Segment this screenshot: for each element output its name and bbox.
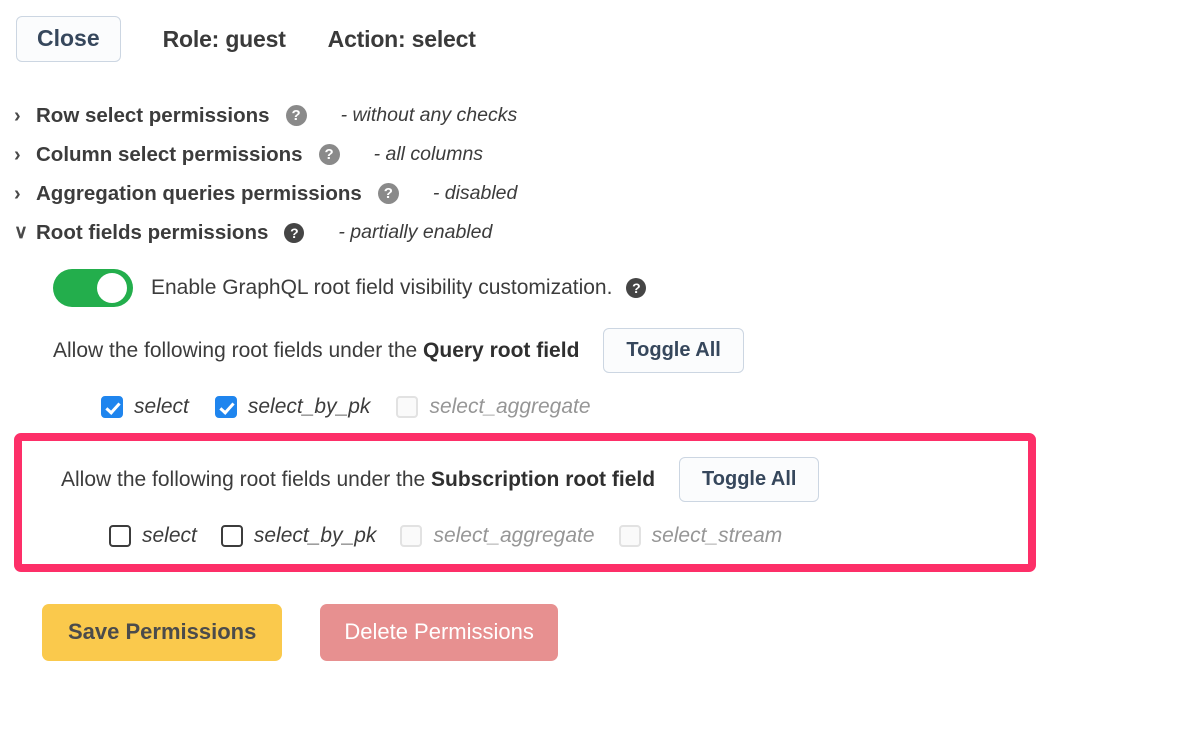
subscription-checkbox-item-select-by-pk[interactable]: select_by_pk xyxy=(220,524,377,548)
permission-title: Row select permissions xyxy=(36,103,270,127)
save-permissions-button[interactable]: Save Permissions xyxy=(42,604,283,661)
root-field-visibility-label: Enable GraphQL root field visibility cus… xyxy=(151,276,613,299)
permission-status: - all columns xyxy=(373,143,484,165)
checkbox-select[interactable] xyxy=(101,396,123,418)
subscription-checkbox-item-select-aggregate: select_aggregate xyxy=(400,524,595,548)
chevron-down-icon[interactable]: ∨ xyxy=(14,223,36,242)
checkbox-select-by-pk[interactable] xyxy=(220,525,243,547)
footer-actions: Save Permissions Delete Permissions xyxy=(0,604,1200,661)
header-meta: Role: guest Action: select xyxy=(163,26,476,53)
subscription-root-field-allow-row: Allow the following root fields under th… xyxy=(36,457,1028,502)
checkbox-select[interactable] xyxy=(109,525,131,547)
subscription-toggle-all-button[interactable]: Toggle All xyxy=(679,457,820,502)
permission-title: Aggregation queries permissions xyxy=(36,181,362,205)
close-button[interactable]: Close xyxy=(16,16,121,62)
switch-knob xyxy=(97,273,127,303)
permission-title: Column select permissions xyxy=(36,142,303,166)
checkbox-select-aggregate xyxy=(396,396,419,418)
query-checkbox-item-select-by-pk[interactable]: select_by_pk xyxy=(214,395,371,419)
chevron-right-icon[interactable]: › xyxy=(14,184,36,204)
query-allow-bold: Query root field xyxy=(423,338,580,362)
header-bar: Close Role: guest Action: select xyxy=(0,0,1200,62)
checkbox-label: select_stream xyxy=(651,524,783,547)
chevron-right-icon[interactable]: › xyxy=(14,145,36,165)
subscription-allow-bold: Subscription root field xyxy=(431,467,656,491)
help-icon[interactable]: ? xyxy=(285,105,307,126)
checkbox-select-aggregate xyxy=(400,525,423,547)
permission-row-root-fields[interactable]: ∨ Root fields permissions ? - partially … xyxy=(14,213,1200,252)
delete-permissions-button[interactable]: Delete Permissions xyxy=(320,604,558,661)
subscription-root-field-highlight-box: Allow the following root fields under th… xyxy=(14,433,1036,572)
subscription-checkbox-item-select-stream: select_stream xyxy=(618,524,783,548)
query-allow-text: Allow the following root fields under th… xyxy=(53,339,579,363)
query-checkbox-item-select-aggregate: select_aggregate xyxy=(396,395,591,419)
action-label: Action: select xyxy=(327,25,476,52)
root-field-visibility-switch[interactable] xyxy=(53,269,133,307)
chevron-right-icon[interactable]: › xyxy=(14,106,36,126)
root-field-visibility-toggle-row: Enable GraphQL root field visibility cus… xyxy=(53,266,1200,310)
checkbox-label: select_by_pk xyxy=(247,395,371,418)
permission-row-column-select[interactable]: › Column select permissions ? - all colu… xyxy=(14,135,1200,174)
checkbox-select-stream xyxy=(618,525,641,547)
checkbox-label: select_by_pk xyxy=(253,524,377,547)
query-toggle-all-button[interactable]: Toggle All xyxy=(603,328,744,373)
subscription-allow-text: Allow the following root fields under th… xyxy=(61,468,655,492)
help-icon[interactable]: ? xyxy=(377,183,399,204)
permission-row-row-select[interactable]: › Row select permissions ? - without any… xyxy=(14,96,1200,135)
subscription-checkbox-item-select[interactable]: select xyxy=(109,524,197,548)
permission-row-aggregation-queries[interactable]: › Aggregation queries permissions ? - di… xyxy=(14,174,1200,213)
permission-sections: › Row select permissions ? - without any… xyxy=(0,96,1200,252)
permission-status: - disabled xyxy=(432,182,518,204)
help-icon[interactable]: ? xyxy=(626,278,647,298)
permission-status: - partially enabled xyxy=(338,221,493,243)
role-label: Role: guest xyxy=(162,25,286,52)
permission-title: Root fields permissions xyxy=(36,220,269,244)
checkbox-label: select_aggregate xyxy=(433,524,595,547)
root-fields-panel: Enable GraphQL root field visibility cus… xyxy=(0,266,1200,572)
help-icon[interactable]: ? xyxy=(318,144,340,165)
query-root-field-checkbox-row: select select_by_pk select_aggregate xyxy=(53,395,1200,419)
query-checkbox-item-select[interactable]: select xyxy=(101,395,189,419)
checkbox-select-by-pk[interactable] xyxy=(214,396,237,418)
permission-status: - without any checks xyxy=(340,104,518,126)
checkbox-label: select_aggregate xyxy=(429,395,591,418)
query-root-field-allow-row: Allow the following root fields under th… xyxy=(53,328,1200,373)
subscription-root-field-checkbox-row: select select_by_pk select_aggregate sel… xyxy=(36,524,1028,548)
help-icon[interactable]: ? xyxy=(284,222,305,243)
checkbox-label: select xyxy=(134,395,189,418)
subscription-allow-prefix: Allow the following root fields under th… xyxy=(61,467,432,491)
checkbox-label: select xyxy=(142,524,197,547)
query-allow-prefix: Allow the following root fields under th… xyxy=(53,338,424,362)
